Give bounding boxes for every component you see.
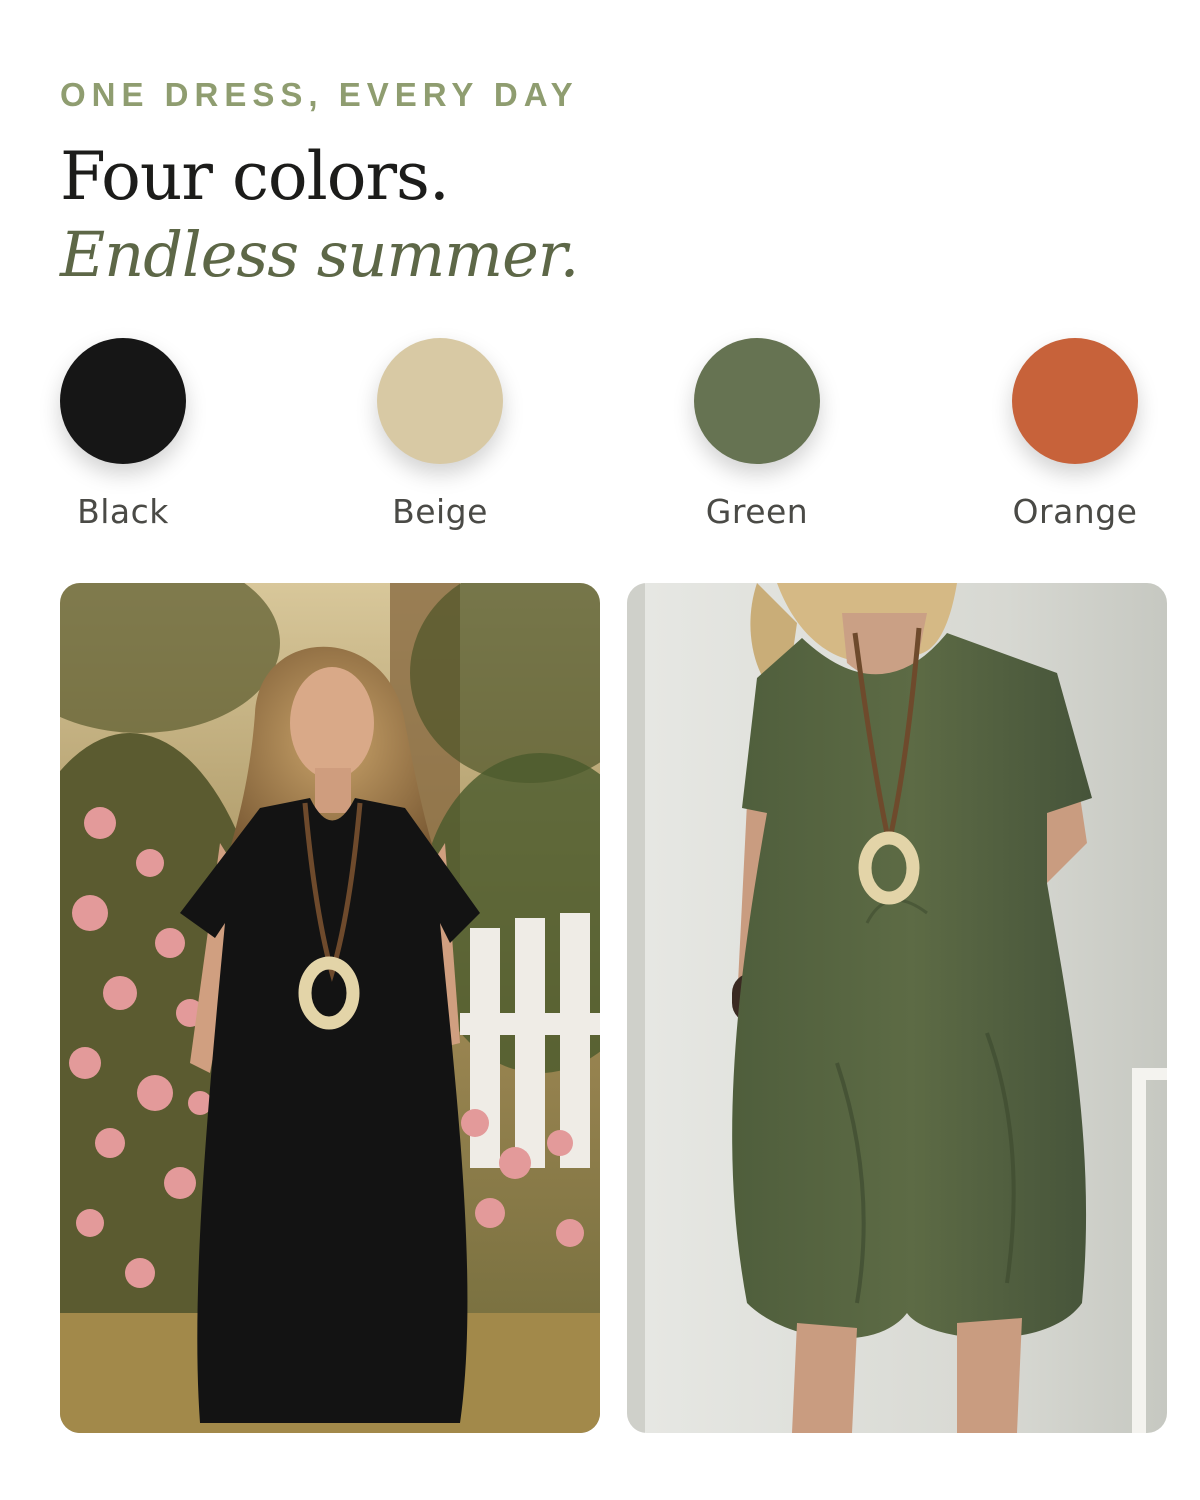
swatch-beige-label: Beige: [392, 492, 488, 531]
swatch-green-dot[interactable]: [694, 338, 820, 464]
swatch-black-dot[interactable]: [60, 338, 186, 464]
swatch-beige[interactable]: Beige: [360, 338, 520, 531]
swatch-black-label: Black: [77, 492, 169, 531]
product-photo-green-dress[interactable]: [627, 583, 1167, 1433]
green-dress-illustration: [627, 583, 1167, 1433]
swatch-black[interactable]: Black: [43, 338, 203, 531]
swatch-orange[interactable]: Orange: [995, 338, 1155, 531]
headline: Four colors.: [60, 138, 450, 215]
swatch-orange-label: Orange: [1012, 492, 1138, 531]
eyebrow-text: ONE DRESS, EVERY DAY: [60, 76, 579, 113]
product-photo-black-dress[interactable]: [60, 583, 600, 1433]
swatch-green-label: Green: [705, 492, 809, 531]
subheadline: Endless summer.: [60, 218, 579, 291]
swatch-orange-dot[interactable]: [1012, 338, 1138, 464]
swatch-green[interactable]: Green: [677, 338, 837, 531]
black-dress-illustration: [60, 583, 600, 1433]
color-swatch-row: Black Beige Green Orange: [0, 338, 1200, 538]
swatch-beige-dot[interactable]: [377, 338, 503, 464]
